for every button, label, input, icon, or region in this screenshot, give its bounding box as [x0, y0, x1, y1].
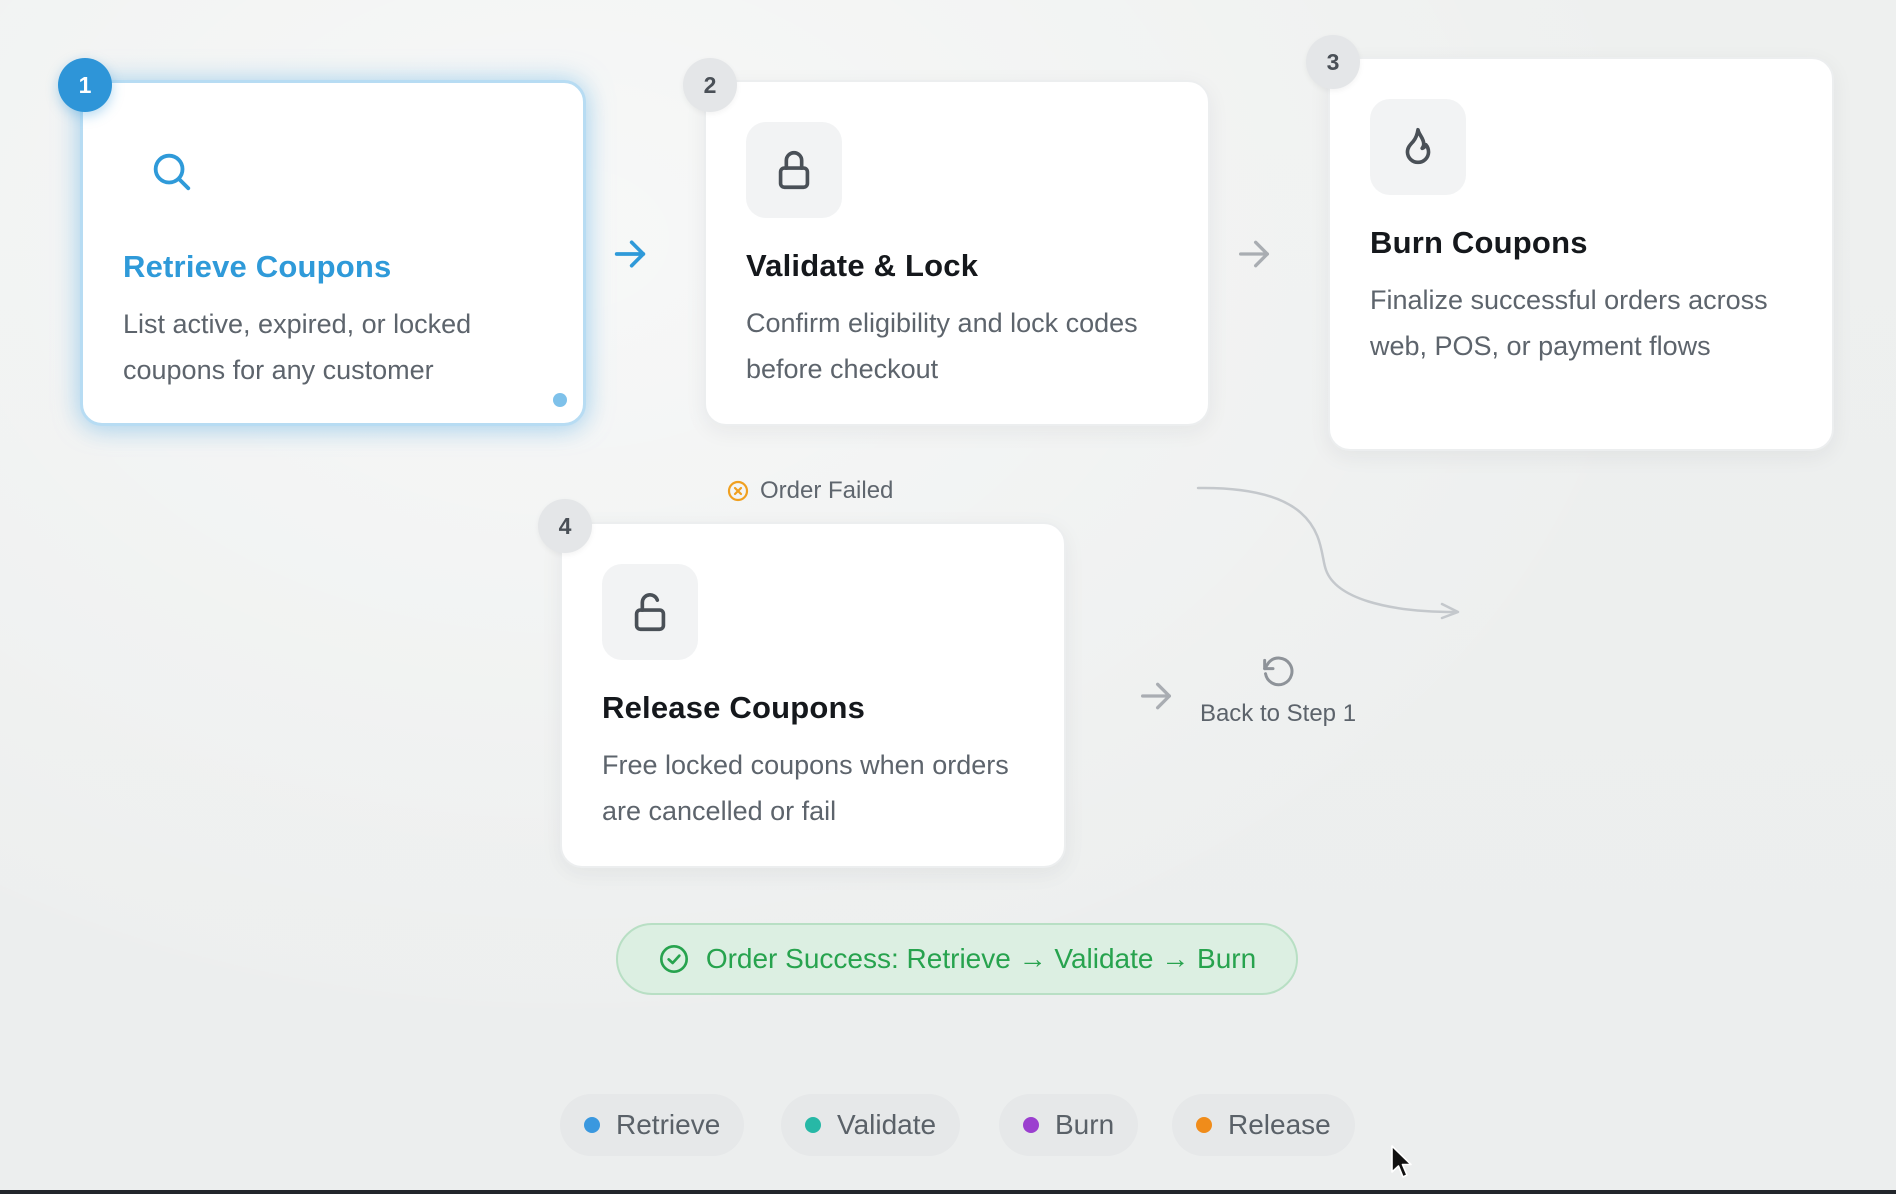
flame-icon	[1405, 127, 1431, 165]
search-icon-box	[123, 123, 219, 219]
step-description: Finalize successful orders across web, P…	[1370, 285, 1768, 361]
order-success-pill: Order Success: Retrieve → Validate → Bur…	[616, 923, 1298, 995]
arrow-right-icon	[614, 240, 646, 268]
legend-chip-burn[interactable]: Burn	[999, 1094, 1139, 1156]
step-title: Validate & Lock	[746, 248, 979, 283]
workflow-canvas: Retrieve Coupons List active, expired, o…	[0, 0, 1896, 1194]
unlock-icon-box	[602, 564, 698, 660]
lock-icon	[778, 151, 810, 190]
active-indicator-dot	[553, 393, 567, 407]
lock-icon-box	[746, 122, 842, 218]
step-card-validate[interactable]: Validate & Lock Confirm eligibility and …	[704, 80, 1210, 426]
order-failed-label: Order Failed	[726, 474, 893, 508]
step-title: Retrieve Coupons	[123, 249, 392, 284]
mouse-cursor-icon	[1391, 1145, 1412, 1178]
step-card-burn[interactable]: Burn Coupons Finalize successful orders …	[1328, 57, 1834, 451]
step-badge-1: 1	[58, 58, 112, 112]
step-card-retrieve[interactable]: Retrieve Coupons List active, expired, o…	[80, 80, 586, 426]
legend-dot	[1023, 1117, 1039, 1133]
legend-label: Release	[1228, 1109, 1331, 1140]
check-circle-icon	[659, 945, 688, 973]
legend-dot	[805, 1117, 821, 1133]
step-title: Release Coupons	[602, 690, 866, 725]
back-to-step-1[interactable]: Back to Step 1	[1190, 652, 1366, 728]
step-description: Confirm eligibility and lock codes befor…	[746, 308, 1138, 384]
legend-chip-validate[interactable]: Validate	[781, 1094, 961, 1156]
legend-dot	[584, 1117, 600, 1133]
flame-icon-box	[1370, 99, 1466, 195]
arrow-right-icon	[1239, 240, 1269, 268]
legend-chip-retrieve[interactable]: Retrieve	[560, 1094, 745, 1156]
step-description: List active, expired, or locked coupons …	[123, 309, 472, 385]
search-icon	[153, 153, 191, 191]
rotate-ccw-icon	[1263, 656, 1294, 687]
legend-label: Burn	[1055, 1109, 1115, 1140]
step-card-release[interactable]: Release Coupons Free locked coupons when…	[560, 522, 1066, 868]
step-description: Free locked coupons when orders are canc…	[602, 750, 1009, 826]
step-badge-3: 3	[1306, 35, 1360, 89]
step-badge-4: 4	[538, 499, 592, 553]
bottom-border	[0, 1190, 1896, 1194]
failure-connector-curve	[1196, 486, 1460, 620]
step-badge-2: 2	[683, 58, 737, 112]
legend-label: Retrieve	[616, 1109, 721, 1140]
x-circle-icon	[727, 480, 749, 502]
legend-chip-release[interactable]: Release	[1172, 1094, 1355, 1156]
arrow-right-icon	[1141, 682, 1171, 710]
order-failed-text: Order Failed	[760, 477, 894, 504]
order-success-text: Order Success: Retrieve → Validate → Bur…	[705, 943, 1257, 974]
step-title: Burn Coupons	[1370, 225, 1588, 260]
back-to-step-label: Back to Step 1	[1199, 700, 1357, 727]
legend-dot	[1196, 1117, 1212, 1133]
unlock-icon	[634, 593, 666, 632]
legend-label: Validate	[837, 1109, 937, 1140]
